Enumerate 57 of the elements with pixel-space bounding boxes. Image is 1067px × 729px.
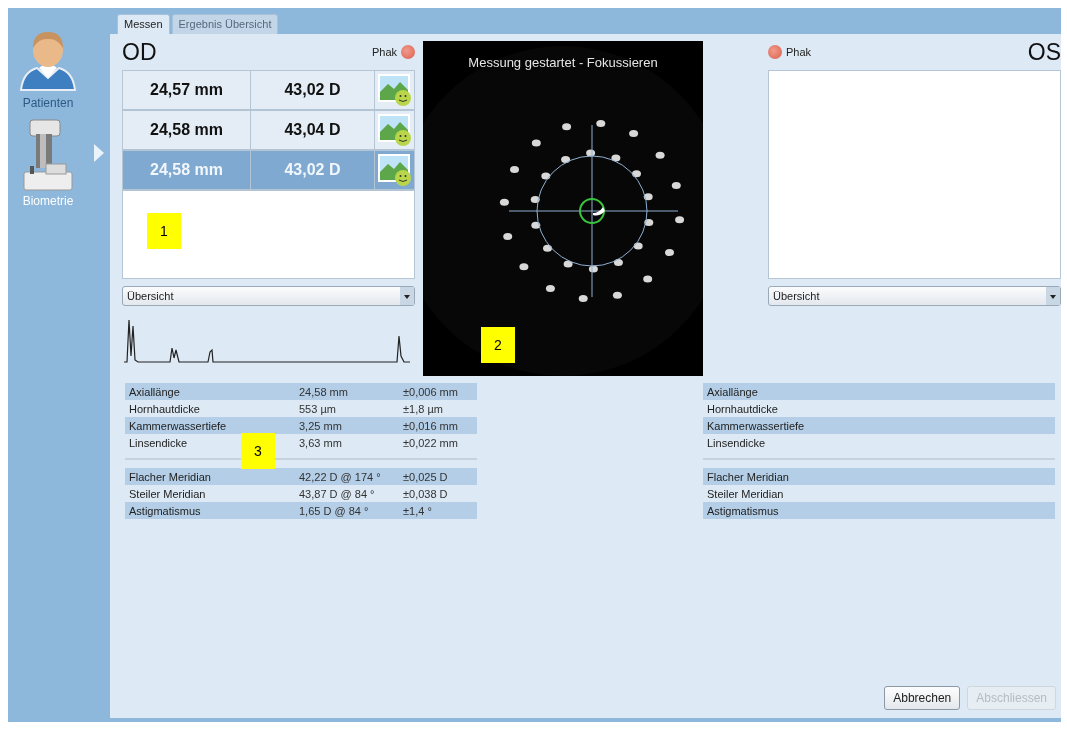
parameter-label: Linsendicke: [707, 436, 767, 449]
parameter-value: 43,87 D @ 84 °: [299, 487, 376, 500]
view-dropdown[interactable]: Übersicht: [768, 286, 1061, 306]
parameter-value: 1,65 D @ 84 °: [299, 504, 370, 517]
eye-title: OS: [1027, 38, 1061, 66]
status-message: Messung gestartet - Fokussieren: [467, 55, 659, 70]
tab[interactable]: Ergebnis Übersicht: [171, 14, 279, 34]
status-dot: [401, 45, 415, 59]
parameter-label: Flacher Meridian: [129, 470, 212, 483]
parameter-label: Axiallänge: [129, 385, 181, 398]
parameter-label: Linsendicke: [129, 436, 189, 449]
sidebar-item[interactable]: Patienten: [22, 96, 74, 110]
axial-length-cell: 24,58 mm: [123, 151, 251, 189]
parameter-tolerance: ±0,016 mm: [403, 419, 458, 432]
action-button[interactable]: Abbrechen: [884, 686, 961, 710]
parameter-label: Axiallänge: [707, 385, 759, 398]
status-dot: [768, 45, 782, 59]
parameter-label: Kammerwassertiefe: [707, 419, 806, 432]
axial-length-cell: 24,57 mm: [123, 71, 251, 109]
parameter-tolerance: ±0,038 D: [403, 487, 448, 500]
keratometry-cell: 43,02 D: [251, 71, 375, 109]
parameter-label: Hornhautdicke: [707, 402, 779, 415]
parameter-value: 3,63 mm: [299, 436, 343, 449]
parameter-value: 553 µm: [299, 402, 337, 415]
lens-status: Phak: [786, 46, 812, 58]
lens-status: Phak: [371, 46, 397, 58]
measurement-row[interactable]: 24,58 mm 43,04 D: [123, 111, 414, 151]
parameter-tolerance: ±1,4 °: [403, 504, 432, 517]
parameter-tolerance: ±0,006 mm: [403, 385, 458, 398]
eye-title: OD: [122, 38, 157, 66]
annotation-marker: 2: [481, 327, 515, 363]
parameter-label: Kammerwassertiefe: [129, 419, 228, 432]
tab[interactable]: Messen: [117, 14, 170, 34]
parameter-value: 24,58 mm: [299, 385, 349, 398]
image-smiley-icon[interactable]: [377, 114, 412, 146]
parameter-label: Astigmatismus: [129, 504, 202, 517]
arrow-right-icon: [94, 144, 104, 162]
parameter-tolerance: ±1,8 µm: [403, 402, 443, 415]
parameter-label: Steiler Meridian: [129, 487, 207, 500]
parameter-label: Flacher Meridian: [707, 470, 790, 483]
image-smiley-icon[interactable]: [377, 74, 412, 106]
parameter-tolerance: ±0,025 D: [403, 470, 448, 483]
annotation-marker: 3: [241, 433, 275, 469]
parameter-value: 3,25 mm: [299, 419, 343, 432]
parameter-label: Hornhautdicke: [129, 402, 201, 415]
parameter-label: Astigmatismus: [707, 504, 780, 517]
parameter-value: 42,22 D @ 174 °: [299, 470, 382, 483]
view-dropdown[interactable]: Übersicht: [122, 286, 415, 306]
biometer-icon: [22, 118, 74, 192]
parameter-tolerance: ±0,022 mm: [403, 436, 458, 449]
axial-length-cell: 24,58 mm: [123, 111, 251, 149]
keratometry-cell: 43,02 D: [251, 151, 375, 189]
annotation-marker: 1: [147, 213, 181, 249]
parameter-label: Steiler Meridian: [707, 487, 785, 500]
keratometry-cell: 43,04 D: [251, 111, 375, 149]
measurement-row[interactable]: 24,57 mm 43,02 D: [123, 71, 414, 111]
image-smiley-icon[interactable]: [377, 154, 412, 186]
